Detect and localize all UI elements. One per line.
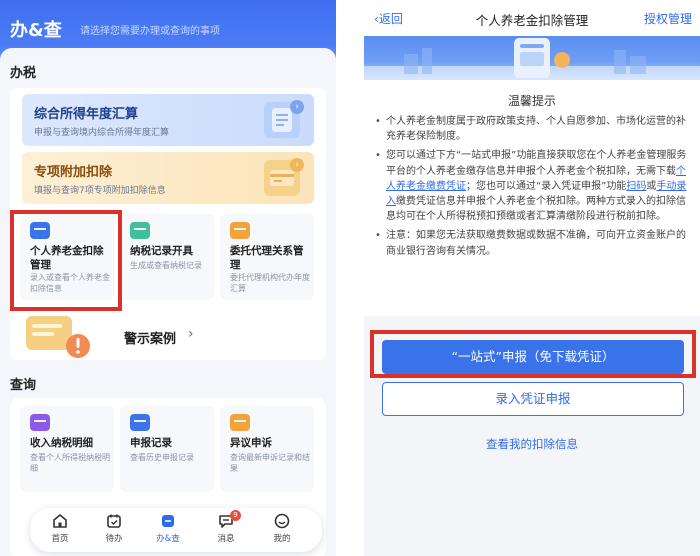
tab-label: 我的 [273,534,291,544]
tile-subtitle: 查询最新申诉记录和结果 [230,453,310,473]
tip-item: 个人养老金制度属于政府政策支持、个人自愿参加、市场化运营的补充养老保险制度。 [374,114,690,144]
tip-text: ；您也可以通过“录入凭证申报”功能 [466,180,627,192]
banner-title: 专项附加扣除 [34,165,113,180]
warning-illustration [12,310,108,362]
tip-text: 您可以通过下方“一站式申报”功能直接获取您在个人养老金管理服务平台的个人养老金缴… [386,150,687,177]
right-screen: ‹返回 个人养老金扣除管理 授权管理 温馨提示 个人养老金制度属于政府政策支持、… [364,0,700,556]
page-title: 办&查 [10,20,62,41]
tip-text: 缴费凭证信息并申报个人养老金个税扣除。两种方式录入的扣除信息均可在个人所得税预扣… [386,196,686,223]
tile-subtitle: 生成或查看纳税记录 [130,261,202,270]
highlight-box [10,210,122,311]
authorization-management-link[interactable]: 授权管理 [644,10,692,27]
nav-bar: ‹返回 个人养老金扣除管理 授权管理 [364,0,700,36]
tip-text: 或 [646,180,657,192]
banner-subtitle: 申报与查询境内综合所得年度汇算 [34,128,170,138]
record-icon [130,222,150,239]
agency-relation-tile[interactable]: 委托代理关系管理 委托代理机构代办年度汇算 [220,214,314,300]
agency-icon [230,222,250,239]
hero-banner [364,36,700,80]
special-deduction-banner[interactable]: 专项附加扣除 填报与查询7项专项附加扣除信息 › [22,152,314,204]
enter-voucher-button[interactable]: 录入凭证申报 [382,382,684,416]
tab-todo[interactable]: 待办 [94,512,134,550]
tab-messages[interactable]: 9 消息 [206,510,246,550]
declaration-icon [130,414,150,431]
tile-subtitle: 查看个人所得税纳税明细 [30,453,110,473]
scan-code-link[interactable]: 扫码 [626,181,646,192]
tile-title: 委托代理关系管理 [230,245,304,271]
tab-label: 首页 [51,534,69,544]
warning-cases-label: 警示案例 [124,332,177,347]
tip-item: 您可以通过下方“一站式申报”功能直接获取您在个人养老金管理服务平台的个人养老金缴… [374,148,690,224]
query-section-title: 查询 [10,378,37,393]
banner-title: 综合所得年度汇算 [34,107,139,122]
chevron-right-icon: › [188,326,194,342]
tax-record-tile[interactable]: 纳税记录开具 生成或查看纳税记录 [120,214,214,300]
tips-section: 温馨提示 个人养老金制度属于政府政策支持、个人自愿参加、市场化运营的补充养老保险… [364,80,700,316]
profile-icon [274,513,290,529]
annual-settlement-banner[interactable]: 综合所得年度汇算 申报与查询境内综合所得年度汇算 › [22,94,314,146]
top-header: 办&查 请选择您需要办理或查询的事项 [0,0,336,48]
tips-list: 个人养老金制度属于政府政策支持、个人自愿参加、市场化运营的补充养老保险制度。 您… [374,114,690,263]
tab-label: 待办 [105,534,123,544]
tab-label: 消息 [217,534,235,544]
view-deduction-info-link[interactable]: 查看我的扣除信息 [364,436,700,452]
calendar-icon [107,514,121,528]
header-hint: 请选择您需要办理或查询的事项 [80,26,220,37]
appeal-icon [230,414,250,431]
tile-title: 纳税记录开具 [130,245,193,257]
highlight-box [370,330,696,378]
tab-mine[interactable]: 我的 [262,512,302,550]
arrow-right-icon: › [290,158,304,172]
service-icon [162,515,174,527]
tab-home[interactable]: 首页 [40,512,80,550]
income-tax-detail-tile[interactable]: 收入纳税明细 查看个人所得税纳税明细 [20,406,114,492]
arrow-right-icon: › [290,100,304,114]
left-screen: 办&查 请选择您需要办理或查询的事项 办税 综合所得年度汇算 申报与查询境内综合… [0,0,336,556]
income-detail-icon [30,414,50,431]
warning-cases-card[interactable]: 警示案例 › [12,310,324,362]
tile-subtitle: 委托代理机构代办年度汇算 [230,273,310,293]
banner-subtitle: 填报与查询7项专项附加扣除信息 [34,186,166,196]
tab-service[interactable]: 办&查 [148,512,188,550]
tip-item: 注意：如果您无法获取缴费数据或数据不准确，可向开立资金账户的商业银行咨询有关情况… [374,228,690,258]
tax-section-title: 办税 [10,66,37,81]
tile-subtitle: 查看历史申报记录 [130,453,194,462]
unread-badge: 9 [230,510,241,521]
home-icon [53,514,67,528]
tab-label: 办&查 [156,534,180,544]
tile-title: 收入纳税明细 [30,437,93,449]
content-area: 办税 综合所得年度汇算 申报与查询境内综合所得年度汇算 › 专项附加扣除 填报与… [0,48,336,556]
declaration-record-tile[interactable]: 申报记录 查看历史申报记录 [120,406,214,492]
objection-appeal-tile[interactable]: 异议申诉 查询最新申诉记录和结果 [220,406,314,492]
tips-title: 温馨提示 [507,94,556,108]
tile-title: 申报记录 [130,437,172,449]
bottom-tab-bar: 首页 待办 办&查 9 消息 我的 [30,508,322,552]
tile-title: 异议申诉 [230,437,272,449]
